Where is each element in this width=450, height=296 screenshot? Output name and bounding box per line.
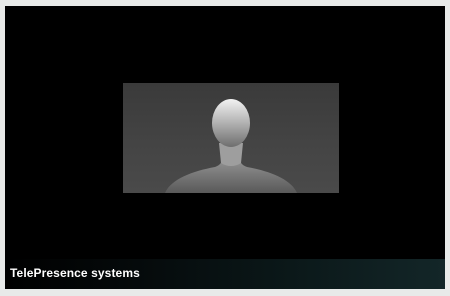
participant-video-placeholder	[123, 83, 339, 193]
footer-label-bar: TelePresence systems	[5, 259, 445, 289]
person-silhouette-icon	[165, 99, 297, 193]
telepresence-screen: TelePresence systems	[5, 6, 445, 289]
device-frame: TelePresence systems	[0, 0, 450, 296]
system-label: TelePresence systems	[10, 266, 140, 280]
